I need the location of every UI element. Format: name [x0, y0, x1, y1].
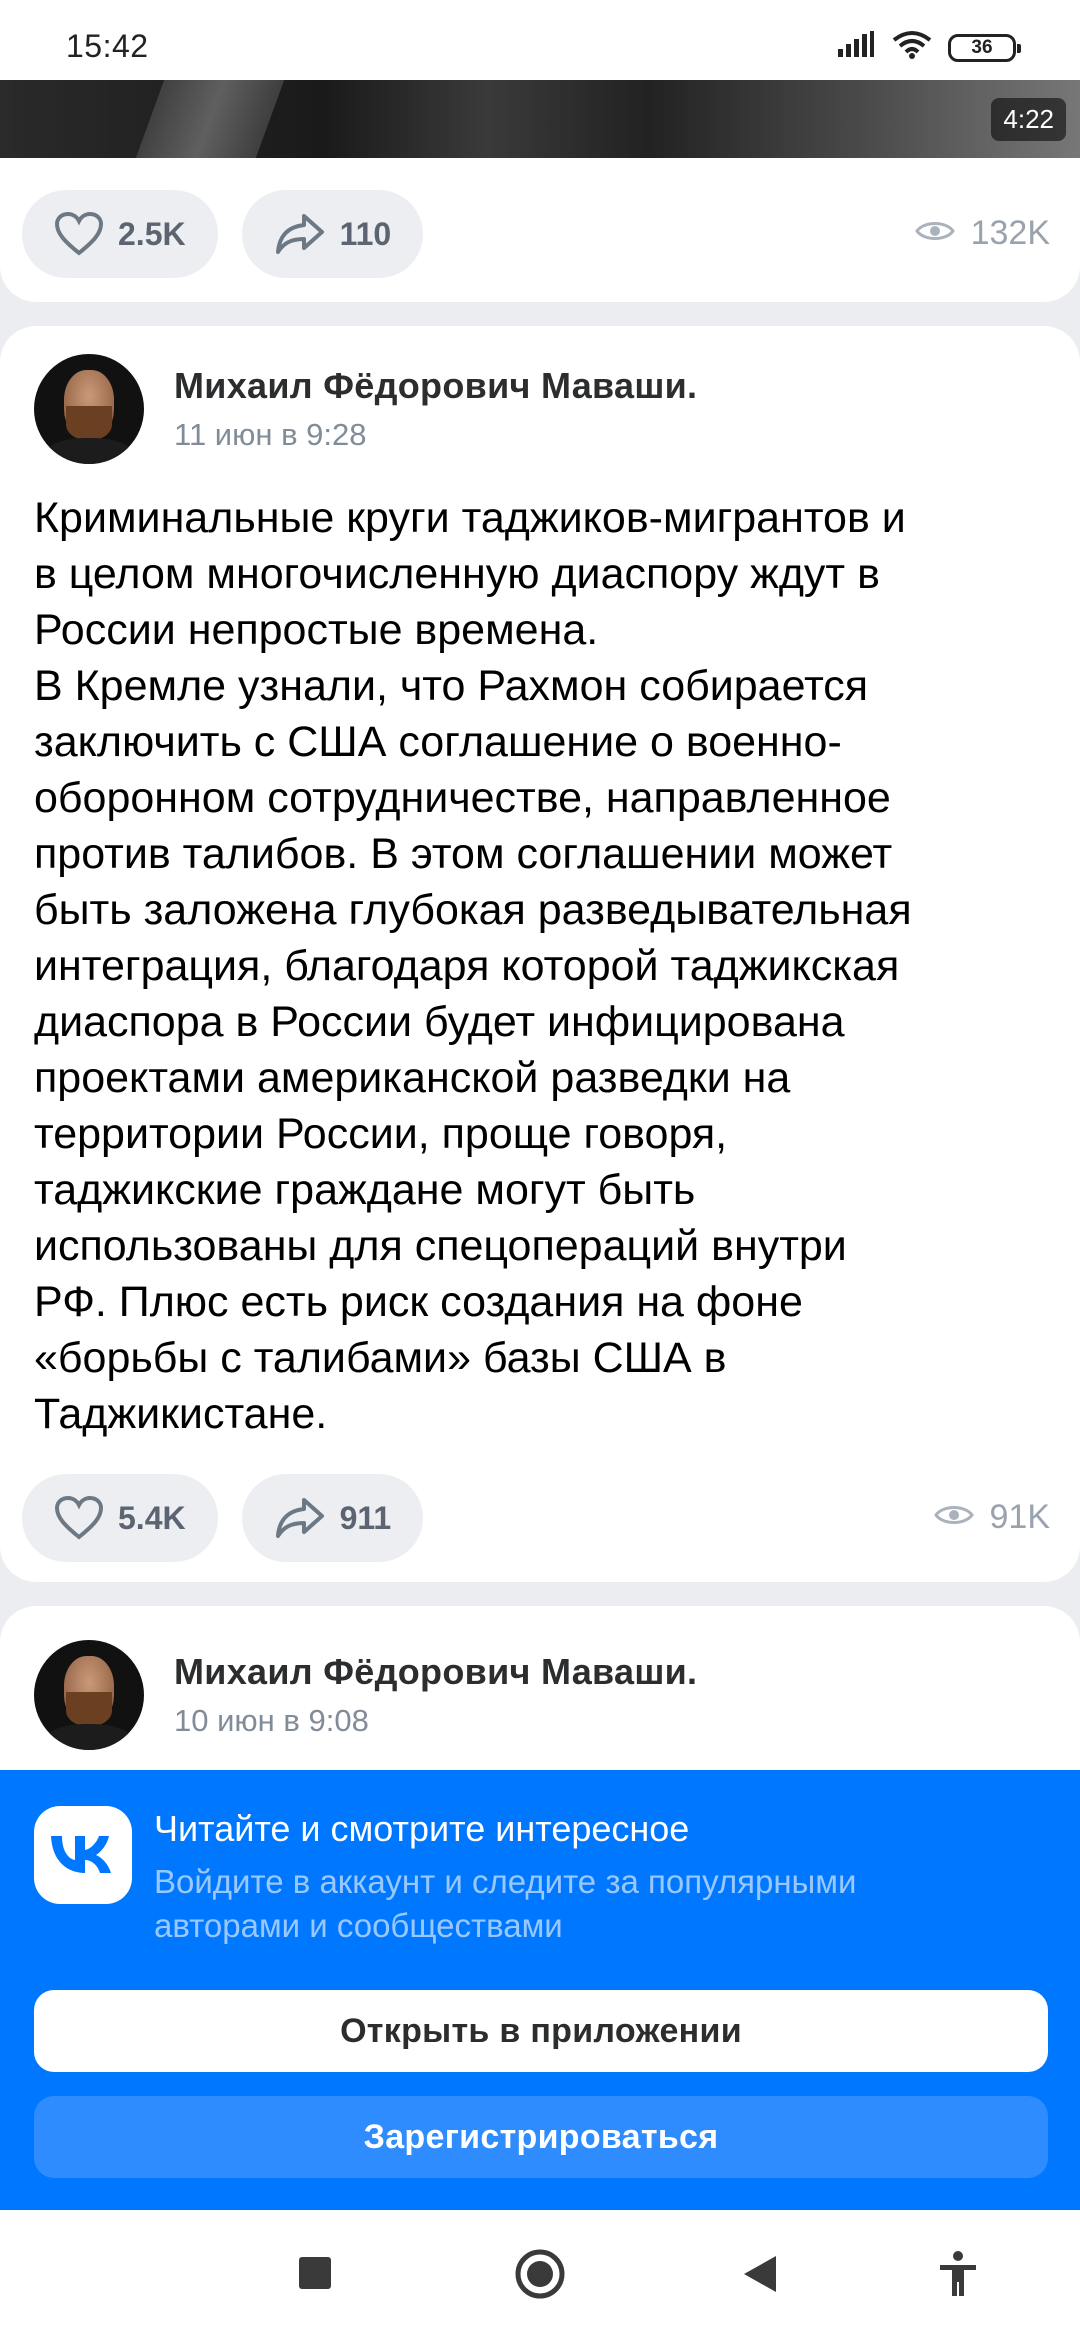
eye-icon [914, 214, 955, 253]
post-card-main: Михаил Фёдорович Маваши. 11 июн в 9:28 К… [0, 326, 1080, 1582]
views-counter: 91K [933, 1498, 1051, 1537]
post-card-previous: 4:22 2.5K 110 132K [0, 80, 1080, 302]
post-author[interactable]: Михаил Фёдорович Маваши. 11 июн в 9:28 [34, 354, 697, 464]
video-duration: 4:22 [991, 98, 1066, 141]
eye-icon [933, 1498, 974, 1537]
like-button[interactable]: 5.4K [22, 1474, 218, 1562]
share-icon [274, 212, 326, 256]
like-count: 5.4K [118, 1499, 186, 1536]
avatar[interactable] [34, 1640, 144, 1750]
avatar[interactable] [34, 354, 144, 464]
like-button[interactable]: 2.5K [22, 190, 218, 278]
open-in-app-button[interactable]: Открыть в приложении [34, 1990, 1048, 2072]
share-button[interactable]: 911 [241, 1474, 424, 1562]
post-date[interactable]: 11 июн в 9:28 [174, 417, 697, 453]
signal-icon [836, 31, 876, 64]
share-button[interactable]: 110 [241, 190, 424, 278]
heart-icon [54, 211, 104, 257]
system-nav-bar [0, 2210, 1080, 2340]
register-button[interactable]: Зарегистрироваться [34, 2096, 1048, 2178]
post-text: Криминальные круги таджиков-мигрантов и … [34, 494, 912, 1438]
share-count: 911 [339, 1499, 392, 1536]
author-name[interactable]: Михаил Фёдорович Маваши. [174, 1651, 697, 1693]
banner-title: Читайте и смотрите интересное [154, 1808, 690, 1849]
views-counter: 132K [914, 214, 1050, 253]
battery-indicator: 36 [948, 33, 1021, 62]
back-icon[interactable] [742, 2254, 778, 2299]
share-icon [274, 1496, 326, 1540]
views-count: 132K [970, 214, 1050, 252]
status-bar: 15:42 36 [0, 0, 1080, 80]
recents-icon[interactable] [298, 2256, 332, 2295]
vk-logo-icon [34, 1806, 132, 1904]
heart-icon [54, 1495, 104, 1541]
views-count: 91K [989, 1498, 1051, 1536]
accessibility-icon[interactable] [938, 2250, 978, 2303]
post-author[interactable]: Михаил Фёдорович Маваши. 10 июн в 9:08 [34, 1640, 697, 1750]
post-date[interactable]: 10 июн в 9:08 [174, 1703, 697, 1739]
status-time: 15:42 [66, 28, 149, 64]
banner-subtitle: Войдите в аккаунт и следите за популярны… [154, 1863, 857, 1944]
share-count: 110 [339, 215, 392, 252]
wifi-icon [892, 30, 932, 65]
home-icon[interactable] [514, 2248, 566, 2305]
author-name[interactable]: Михаил Фёдорович Маваши. [174, 365, 697, 407]
like-count: 2.5K [118, 215, 186, 252]
video-thumbnail[interactable]: 4:22 [0, 80, 1080, 158]
login-banner: Читайте и смотрите интересное Войдите в … [0, 1770, 1080, 2210]
